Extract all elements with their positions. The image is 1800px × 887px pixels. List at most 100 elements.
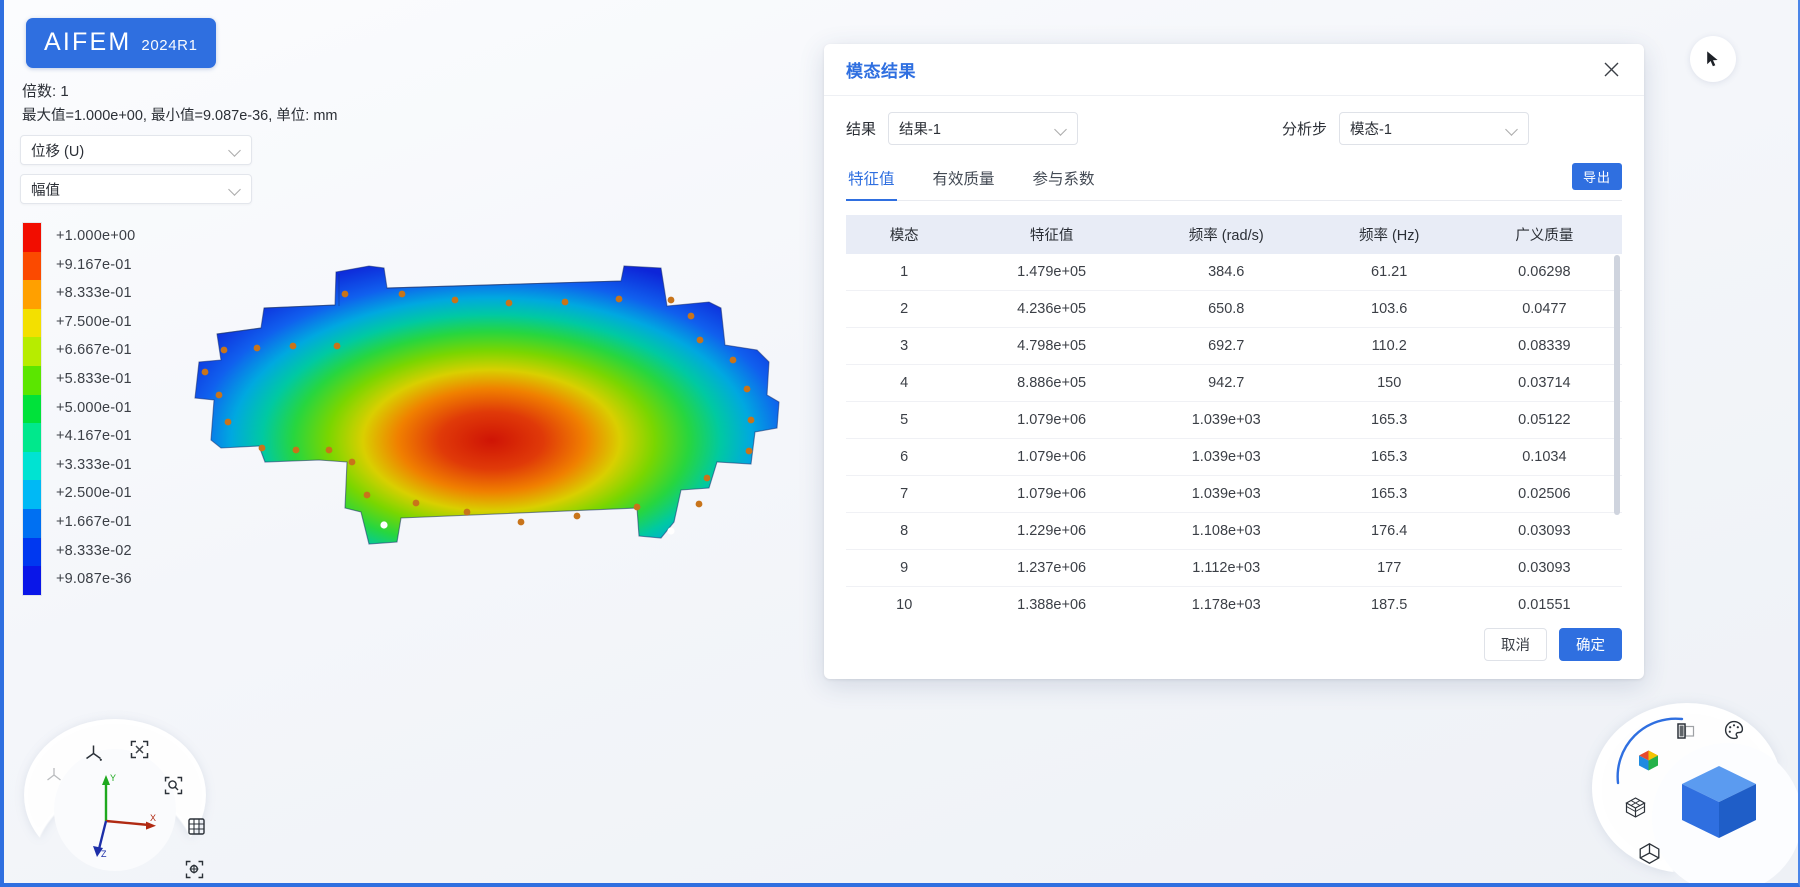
analysis-step-select[interactable]: 模态-1 <box>1339 112 1530 145</box>
component-dropdown[interactable]: 幅值 <box>20 174 252 204</box>
navigation-widget <box>1592 703 1798 883</box>
table-row[interactable]: 5 1.079e+06 1.039e+03 165.3 0.05122 <box>846 401 1622 439</box>
cell-freq-rad: 384.6 <box>1140 254 1312 291</box>
cell-eigenvalue: 1.079e+06 <box>962 401 1141 439</box>
scale-factor-label: 倍数: 1 <box>22 83 69 100</box>
result-select[interactable]: 结果-1 <box>888 112 1079 145</box>
cell-freq-rad: 692.7 <box>1140 327 1312 365</box>
wireframe-cube-icon[interactable] <box>1637 841 1662 871</box>
zoom-box-icon[interactable] <box>163 775 184 801</box>
legend-swatch <box>23 508 41 538</box>
cell-freq-rad: 1.039e+03 <box>1140 438 1312 476</box>
legend-value-label: +9.087e-36 <box>56 571 132 588</box>
cell-freq-hz: 187.5 <box>1311 586 1467 609</box>
cell-mode: 5 <box>846 401 963 439</box>
cell-eigenvalue: 4.798e+05 <box>962 327 1141 365</box>
results-table-head: 模态 特征值 频率 (rad/s) 频率 (Hz) 广义质量 <box>846 215 1622 254</box>
legend-value-label: +8.333e-01 <box>56 285 132 302</box>
cell-freq-hz: 103.6 <box>1311 290 1467 328</box>
cell-eigenvalue: 1.079e+06 <box>962 475 1141 513</box>
svg-text:Z: Z <box>101 849 107 859</box>
quantity-dropdown-value: 位移 (U) <box>31 143 85 160</box>
legend-swatch <box>23 337 41 366</box>
tab-participation-factor[interactable]: 参与系数 <box>1031 161 1097 200</box>
table-scrollbar[interactable] <box>1614 255 1620 515</box>
legend-swatch <box>23 480 41 509</box>
table-row[interactable]: 10 1.388e+06 1.178e+03 187.5 0.01551 <box>846 586 1622 609</box>
column-header-freq-rad: 频率 (rad/s) <box>1140 215 1312 254</box>
cell-generalized-mass: 0.03093 <box>1466 512 1622 550</box>
cell-mode: 10 <box>846 586 963 609</box>
min-max-label: 最大值=1.000e+00, 最小值=9.087e-36, 单位: mm <box>22 108 338 124</box>
legend-swatch <box>23 537 41 567</box>
legend-swatch <box>23 251 41 281</box>
legend-value-label: +1.667e-01 <box>56 513 132 530</box>
tab-effective-mass[interactable]: 有效质量 <box>931 161 997 200</box>
quantity-dropdown[interactable]: 位移 (U) <box>20 135 252 165</box>
legend-value-label: +3.333e-01 <box>56 456 132 473</box>
app-logo-version: 2024R1 <box>141 37 198 54</box>
section-view-icon[interactable] <box>1675 720 1697 747</box>
results-table-body: 1 1.479e+05 384.6 61.21 0.06298 2 4.236e+05 650… <box>846 254 1622 609</box>
results-table: 模态 特征值 频率 (rad/s) 频率 (Hz) 广义质量 1 1.479e+0… <box>846 215 1622 609</box>
chevron-down-icon <box>229 183 241 195</box>
cell-generalized-mass: 0.03714 <box>1466 364 1622 402</box>
palette-icon[interactable] <box>1723 719 1745 746</box>
legend-value-label: +1.000e+00 <box>56 228 136 244</box>
chevron-down-icon <box>1055 123 1067 135</box>
cell-mode: 3 <box>846 327 963 365</box>
table-row[interactable]: 6 1.079e+06 1.039e+03 165.3 0.1034 <box>846 438 1622 476</box>
table-row[interactable]: 7 1.079e+06 1.039e+03 165.3 0.02506 <box>846 475 1622 513</box>
cell-mode: 9 <box>846 549 963 587</box>
cell-freq-hz: 165.3 <box>1311 475 1467 513</box>
dialog-header: 模态结果 <box>824 44 1644 96</box>
color-cube-icon[interactable] <box>1636 748 1661 778</box>
cell-freq-rad: 1.108e+03 <box>1140 512 1312 550</box>
legend-value-label: +5.833e-01 <box>56 370 132 387</box>
close-icon[interactable] <box>1596 55 1626 85</box>
cell-eigenvalue: 1.479e+05 <box>962 254 1141 291</box>
cell-generalized-mass: 0.02506 <box>1466 475 1622 513</box>
legend-swatch <box>23 365 41 395</box>
cell-generalized-mass: 0.0477 <box>1466 290 1622 328</box>
legend-value-label: +8.333e-02 <box>56 542 132 559</box>
mode-shape-model[interactable] <box>169 250 789 590</box>
export-button[interactable]: 导出 <box>1571 163 1622 190</box>
legend-value-label: +7.500e-01 <box>56 313 132 330</box>
legend-value-label: +4.167e-01 <box>56 428 132 445</box>
step-selector-group: 分析步 模态-1 <box>1282 112 1530 145</box>
table-row[interactable]: 4 8.886e+05 942.7 150 0.03714 <box>846 364 1622 402</box>
dialog-tabs: 特征值 有效质量 参与系数 导出 <box>846 161 1622 201</box>
cancel-button[interactable]: 取消 <box>1484 627 1547 661</box>
column-header-freq-hz: 频率 (Hz) <box>1311 215 1467 254</box>
confirm-button[interactable]: 确定 <box>1559 627 1622 661</box>
cell-freq-hz: 110.2 <box>1311 327 1467 365</box>
grid-icon[interactable] <box>186 816 207 842</box>
table-row[interactable]: 9 1.237e+06 1.112e+03 177 0.03093 <box>846 549 1622 587</box>
legend-swatch <box>23 423 41 452</box>
table-row[interactable]: 8 1.229e+06 1.108e+03 176.4 0.03093 <box>846 512 1622 550</box>
cell-eigenvalue: 1.237e+06 <box>962 549 1141 587</box>
legend-swatch <box>23 451 41 481</box>
cell-mode: 4 <box>846 364 963 402</box>
iso-view-icon[interactable] <box>44 765 64 790</box>
legend-swatch <box>23 223 41 252</box>
column-header-mode: 模态 <box>846 215 963 254</box>
legend-swatch <box>23 308 41 338</box>
legend-value-label: +2.500e-01 <box>56 485 132 502</box>
color-legend-bar <box>22 222 42 596</box>
result-selector-group: 结果 结果-1 <box>846 112 1079 145</box>
results-table-container[interactable]: 模态 特征值 频率 (rad/s) 频率 (Hz) 广义质量 1 1.479e+0… <box>846 215 1622 609</box>
table-row[interactable]: 3 4.798e+05 692.7 110.2 0.08339 <box>846 327 1622 365</box>
cell-freq-rad: 1.039e+03 <box>1140 401 1312 439</box>
dialog-footer: 取消 确定 <box>824 609 1644 679</box>
nav-cube-icon[interactable] <box>1674 758 1764 851</box>
zoom-region-icon[interactable] <box>184 859 205 883</box>
legend-swatch <box>23 280 41 309</box>
component-dropdown-value: 幅值 <box>31 182 60 199</box>
cell-freq-rad: 1.039e+03 <box>1140 475 1312 513</box>
mesh-cube-icon[interactable] <box>1623 795 1648 825</box>
tab-eigenvalue[interactable]: 特征值 <box>846 161 897 201</box>
table-row[interactable]: 1 1.479e+05 384.6 61.21 0.06298 <box>846 254 1622 291</box>
table-row[interactable]: 2 4.236e+05 650.8 103.6 0.0477 <box>846 290 1622 328</box>
